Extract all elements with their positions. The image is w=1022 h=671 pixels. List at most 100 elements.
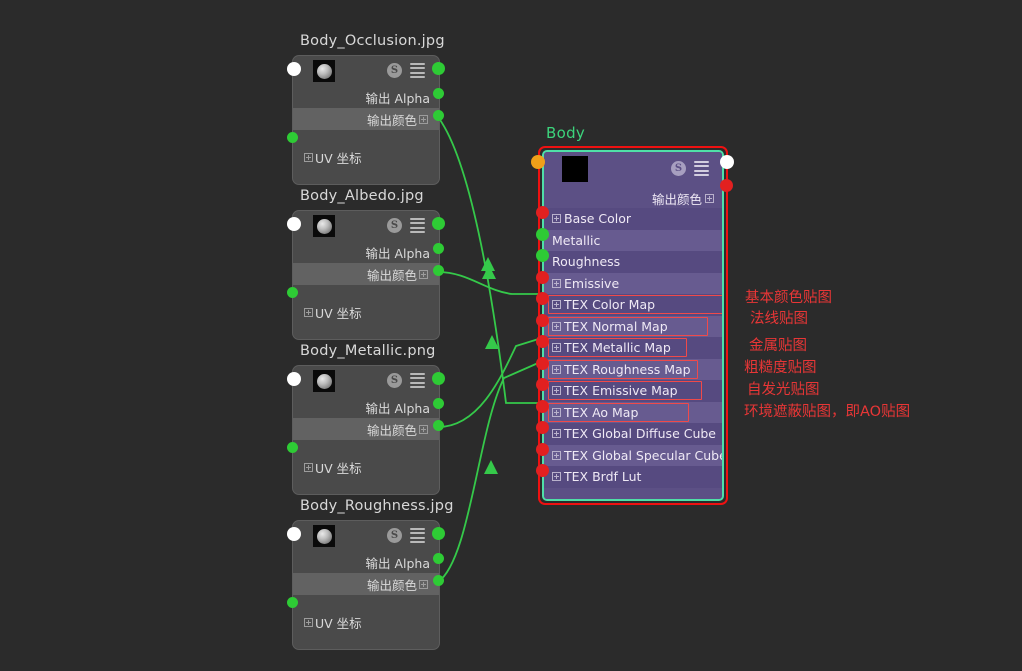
node-input-row[interactable]: TEX Brdf Lut xyxy=(544,466,722,488)
port-input-metallic[interactable] xyxy=(536,227,549,241)
texture-node-metallic[interactable]: Body_Metallic.png S 输出 Alpha 输出颜色 UV 坐标 xyxy=(287,343,445,495)
node-input-row[interactable]: TEX Emissive Map xyxy=(544,380,722,402)
expand-icon[interactable] xyxy=(552,214,561,224)
node-body[interactable]: S 输出 Alpha 输出颜色 UV 坐标 xyxy=(292,365,440,495)
node-input-row[interactable]: Emissive xyxy=(544,272,722,294)
expand-icon[interactable] xyxy=(552,386,561,396)
output-color-row[interactable]: 输出颜色 xyxy=(293,263,439,285)
port-output-color[interactable] xyxy=(720,179,733,192)
node-input-row[interactable]: TEX Metallic Map xyxy=(544,337,722,359)
uv-input-row[interactable]: UV 坐标 xyxy=(293,609,439,635)
uv-input-row[interactable]: UV 坐标 xyxy=(293,144,439,170)
output-color-row[interactable]: 输出颜色 xyxy=(293,418,439,440)
expand-icon[interactable] xyxy=(419,114,428,124)
output-color-row[interactable]: 输出颜色 xyxy=(293,108,439,130)
material-node-body[interactable]: Body S 输出颜色 Base Color Metallic Roughness E… xyxy=(531,124,734,505)
port-input-tex-normal-map[interactable] xyxy=(536,313,549,327)
output-alpha-row[interactable]: 输出 Alpha xyxy=(293,551,439,573)
port-output-alpha[interactable] xyxy=(433,88,444,99)
s-badge-icon[interactable]: S xyxy=(387,63,402,78)
port-uv-input[interactable] xyxy=(287,287,298,298)
expand-icon[interactable] xyxy=(552,300,561,310)
expand-icon[interactable] xyxy=(304,462,313,472)
node-input-row[interactable]: TEX Roughness Map xyxy=(544,358,722,380)
port-node-output[interactable] xyxy=(432,527,445,540)
annotation-text: 环境遮蔽贴图，即AO贴图 xyxy=(744,404,911,420)
list-icon[interactable] xyxy=(694,161,709,176)
output-alpha-row[interactable]: 输出 Alpha xyxy=(293,396,439,418)
expand-icon[interactable] xyxy=(552,343,561,353)
port-node-output[interactable] xyxy=(720,155,734,169)
expand-icon[interactable] xyxy=(419,424,428,434)
port-output-alpha[interactable] xyxy=(433,553,444,564)
node-input-row[interactable]: TEX Color Map xyxy=(544,294,722,316)
expand-icon[interactable] xyxy=(552,321,561,331)
expand-icon[interactable] xyxy=(304,152,313,162)
port-node-output[interactable] xyxy=(432,217,445,230)
row-content: TEX Ao Map xyxy=(552,405,638,420)
port-node-input[interactable] xyxy=(287,372,301,386)
node-input-row[interactable]: Roughness xyxy=(544,251,722,273)
uv-input-row[interactable]: UV 坐标 xyxy=(293,299,439,325)
texture-node-roughness[interactable]: Body_Roughness.jpg S 输出 Alpha 输出颜色 UV 坐标 xyxy=(287,498,453,650)
port-input-tex-global-specular-cube[interactable] xyxy=(536,442,549,456)
expand-icon[interactable] xyxy=(705,193,714,203)
node-input-row[interactable]: Metallic xyxy=(544,229,722,251)
port-uv-input[interactable] xyxy=(287,442,298,453)
port-node-output[interactable] xyxy=(432,62,445,75)
output-color-row[interactable]: 输出颜色 xyxy=(544,188,722,208)
port-uv-input[interactable] xyxy=(287,597,298,608)
texture-node-albedo[interactable]: Body_Albedo.jpg S 输出 Alpha 输出颜色 UV 坐标 xyxy=(287,188,445,340)
node-body[interactable]: S 输出颜色 Base Color Metallic Roughness Emissi… xyxy=(542,150,724,501)
list-icon[interactable] xyxy=(410,373,425,388)
uv-input-row[interactable]: UV 坐标 xyxy=(293,454,439,480)
port-output-color[interactable] xyxy=(433,265,444,276)
expand-icon[interactable] xyxy=(552,364,561,374)
port-input-tex-ao-map[interactable] xyxy=(536,399,549,413)
node-title: Body xyxy=(546,124,586,142)
node-input-row[interactable]: TEX Global Specular Cube xyxy=(544,444,722,466)
node-input-row[interactable]: TEX Ao Map xyxy=(544,401,722,423)
port-input-emissive[interactable] xyxy=(536,270,549,284)
port-node-input[interactable] xyxy=(287,527,301,541)
node-input-row[interactable]: TEX Normal Map xyxy=(544,315,722,337)
s-badge-icon[interactable]: S xyxy=(387,373,402,388)
node-input-label: Roughness xyxy=(552,254,621,270)
expand-icon[interactable] xyxy=(304,307,313,317)
port-output-color[interactable] xyxy=(433,110,444,121)
list-icon[interactable] xyxy=(410,218,425,233)
list-icon[interactable] xyxy=(410,63,425,78)
port-node-input[interactable] xyxy=(287,62,301,76)
output-color-row[interactable]: 输出颜色 xyxy=(293,573,439,595)
texture-node-occlusion[interactable]: Body_Occlusion.jpg S 输出 Alpha 输出颜色 UV 坐标 xyxy=(287,33,445,185)
expand-icon[interactable] xyxy=(552,450,561,460)
port-input-tex-roughness-map[interactable] xyxy=(536,356,549,370)
s-badge-icon[interactable]: S xyxy=(387,218,402,233)
port-node-input[interactable] xyxy=(287,217,301,231)
port-output-alpha[interactable] xyxy=(433,243,444,254)
node-input-row[interactable]: Base Color xyxy=(544,208,722,230)
s-badge-icon[interactable]: S xyxy=(387,528,402,543)
node-body[interactable]: S 输出 Alpha 输出颜色 UV 坐标 xyxy=(292,55,440,185)
port-uv-input[interactable] xyxy=(287,132,298,143)
port-output-alpha[interactable] xyxy=(433,398,444,409)
node-body[interactable]: S 输出 Alpha 输出颜色 UV 坐标 xyxy=(292,210,440,340)
list-icon[interactable] xyxy=(410,528,425,543)
port-node-input[interactable] xyxy=(531,155,545,169)
port-output-color[interactable] xyxy=(433,575,444,586)
output-alpha-row[interactable]: 输出 Alpha xyxy=(293,86,439,108)
s-badge-icon[interactable]: S xyxy=(671,161,686,176)
output-alpha-row[interactable]: 输出 Alpha xyxy=(293,241,439,263)
node-input-row[interactable]: TEX Global Diffuse Cube xyxy=(544,423,722,445)
port-output-color[interactable] xyxy=(433,420,444,431)
expand-icon[interactable] xyxy=(552,278,561,288)
node-body[interactable]: S 输出 Alpha 输出颜色 UV 坐标 xyxy=(292,520,440,650)
uv-input-label: UV 坐标 xyxy=(315,150,362,166)
expand-icon[interactable] xyxy=(419,269,428,279)
expand-icon[interactable] xyxy=(304,617,313,627)
expand-icon[interactable] xyxy=(552,429,561,439)
port-node-output[interactable] xyxy=(432,372,445,385)
expand-icon[interactable] xyxy=(419,579,428,589)
expand-icon[interactable] xyxy=(552,472,561,482)
expand-icon[interactable] xyxy=(552,407,561,417)
